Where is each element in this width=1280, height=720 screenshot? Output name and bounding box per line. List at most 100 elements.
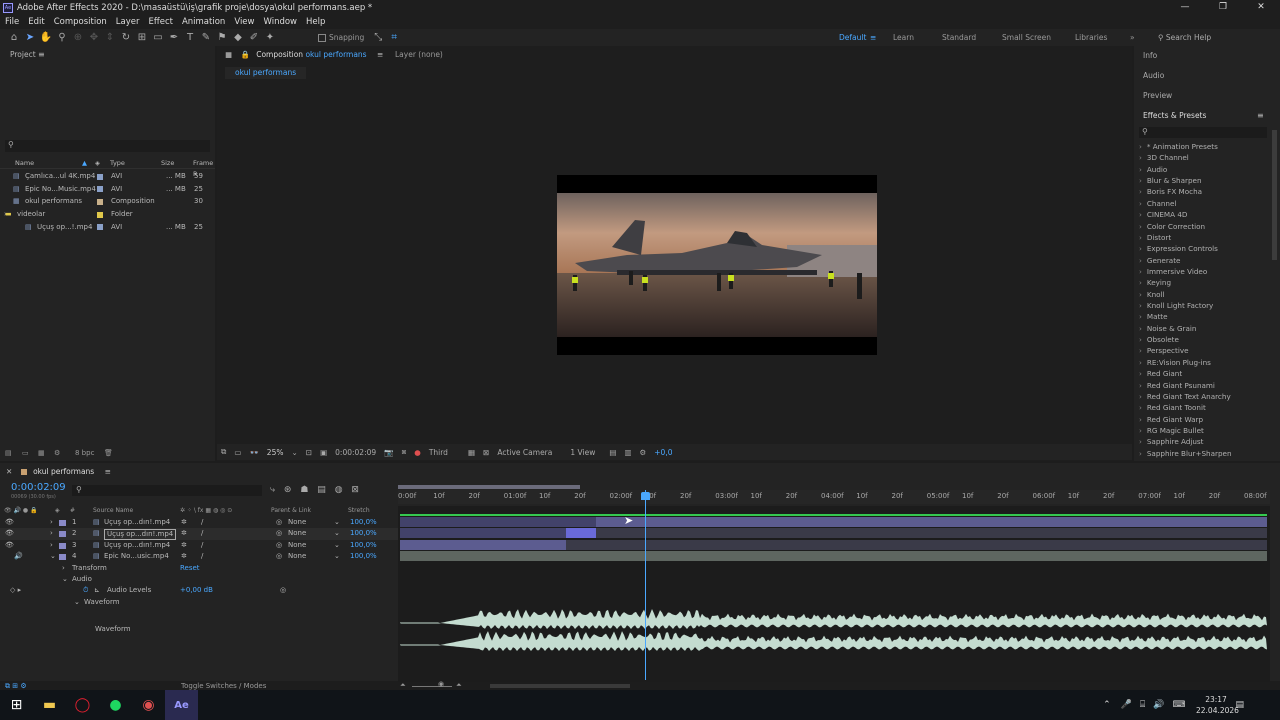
effects-panel-menu-icon[interactable]: ≡ xyxy=(1257,111,1264,120)
stretch-header[interactable]: Stretch xyxy=(348,506,370,515)
views-dropdown[interactable]: 1 View xyxy=(570,448,595,457)
workspace-libraries[interactable]: Libraries xyxy=(1075,29,1107,46)
transform-group[interactable]: › Transform Reset xyxy=(0,563,398,574)
trash-icon[interactable]: 🗑 xyxy=(104,446,113,460)
selection-tool-icon[interactable]: ➤ xyxy=(22,31,38,45)
stretch-value[interactable]: 100,0% xyxy=(350,528,377,540)
playhead-handle[interactable] xyxy=(641,492,650,500)
effect-category[interactable]: › Color Correction xyxy=(1139,221,1205,232)
home-icon[interactable]: ⌂ xyxy=(6,31,22,45)
layer-row[interactable]: 👁 › 3 ▤ Uçuş op...dın!.mp4 ✲ / ◎ None ⌄ 100,0% xyxy=(0,540,398,552)
menu-composition[interactable]: Composition xyxy=(49,17,111,27)
layer-row[interactable]: 👁 › 2 ▤ Uçuş op...dın!.mp4 ✲ / ◎ None ⌄ 100,0% xyxy=(0,528,398,541)
effect-category[interactable]: › Matte xyxy=(1139,311,1168,322)
parent-dropdown[interactable]: None xyxy=(288,528,306,540)
layer-expand-icon[interactable]: › xyxy=(50,540,53,552)
layer-label-swatch[interactable] xyxy=(59,542,66,549)
waveform-group[interactable]: ⌄ Waveform xyxy=(0,597,398,608)
type-tool-icon[interactable]: T xyxy=(182,31,198,45)
brush-tool-icon[interactable]: ✎ xyxy=(198,31,214,45)
dolly-camera-icon[interactable]: ⇕ xyxy=(102,31,118,45)
col-name[interactable]: Name xyxy=(15,158,34,169)
audio-levels-value[interactable]: +0,00 dB xyxy=(180,585,213,596)
col-size[interactable]: Size xyxy=(161,158,174,169)
microphone-icon[interactable]: 🎤 xyxy=(1121,700,1132,710)
pickwhip-icon[interactable]: ◎ xyxy=(280,585,286,596)
label-color-swatch[interactable] xyxy=(97,211,103,218)
snap-options-icon[interactable]: ⤡ xyxy=(370,31,386,45)
project-item[interactable]: ▤ Epic No...Music.mp4 AVI ... MB 25 xyxy=(0,183,215,196)
search-help-input[interactable]: ⚲ Search Help xyxy=(1158,29,1211,46)
fit-icon[interactable]: ⊡ xyxy=(306,448,312,457)
workspace-small-screen[interactable]: Small Screen xyxy=(1002,29,1051,46)
language-icon[interactable]: ⌨ xyxy=(1172,700,1185,710)
stretch-value[interactable]: 100,0% xyxy=(350,517,377,529)
layer-label-swatch[interactable] xyxy=(59,553,66,560)
effect-category[interactable]: › Red Giant Warp xyxy=(1139,414,1203,425)
effect-category[interactable]: › CINEMA 4D xyxy=(1139,209,1187,220)
workspace-default[interactable]: Default xyxy=(839,29,866,46)
spotify-icon[interactable]: ● xyxy=(99,690,132,720)
zoom-out-icon[interactable]: ⏶ xyxy=(400,681,406,690)
vr-icon[interactable]: 👓 xyxy=(249,448,258,457)
zoom-slider[interactable] xyxy=(412,686,452,687)
after-effects-taskbar-icon[interactable]: Ae xyxy=(165,690,198,720)
parent-dropdown[interactable]: None xyxy=(288,551,306,563)
more-workspaces-icon[interactable]: » xyxy=(1130,29,1135,46)
label-color-swatch[interactable] xyxy=(97,198,103,205)
layer-2-bar-tail[interactable] xyxy=(596,528,1267,538)
shy-switch-icon[interactable]: ✲ xyxy=(181,517,187,529)
snapshot-icon[interactable]: 📷 xyxy=(384,448,393,457)
show-snapshot-icon[interactable]: ⧈ xyxy=(401,447,406,457)
exposure-value[interactable]: +0,0 xyxy=(654,448,672,457)
pickwhip-icon[interactable]: ◎ xyxy=(276,528,282,540)
layer-tab[interactable]: Layer (none) xyxy=(395,50,443,59)
menu-help[interactable]: Help xyxy=(301,17,329,27)
color-channels-icon[interactable]: ● xyxy=(414,448,421,457)
col-type[interactable]: Type xyxy=(110,158,125,169)
roto-brush-icon[interactable]: ✐ xyxy=(246,31,262,45)
menu-view[interactable]: View xyxy=(229,17,258,27)
snapping-checkbox[interactable] xyxy=(318,33,326,42)
resolution-dropdown[interactable]: Third xyxy=(429,448,448,457)
clone-stamp-icon[interactable]: ⚑ xyxy=(214,31,230,45)
zoom-in-icon[interactable]: ⏶ xyxy=(456,681,462,690)
effect-category[interactable]: › Red Giant xyxy=(1139,368,1182,379)
project-item[interactable]: ▦ okul performans Composition 30 xyxy=(0,195,215,208)
timeline-scrollbar[interactable] xyxy=(490,684,630,688)
quality-switch-icon[interactable]: / xyxy=(201,551,203,563)
zoom-tool-icon[interactable]: ⚲ xyxy=(54,31,70,45)
close-tab-icon[interactable]: ■ xyxy=(225,50,232,59)
comp-tab[interactable]: ■ 🔒 Composition okul performans ≡ xyxy=(225,48,383,62)
layer-label-swatch[interactable] xyxy=(59,531,66,538)
toggle-pixel-icon[interactable]: ▤ xyxy=(609,448,616,457)
rotate-tool-icon[interactable]: ↻ xyxy=(118,31,134,45)
effect-category[interactable]: › * Animation Presets xyxy=(1139,141,1218,152)
timeline-timecode[interactable]: 0:00:02:09 xyxy=(11,482,66,493)
info-panel-tab[interactable]: Info xyxy=(1143,51,1157,60)
workspace-standard[interactable]: Standard xyxy=(942,29,976,46)
layer-4-bar[interactable] xyxy=(400,551,1267,561)
project-search-input[interactable]: ⚲ xyxy=(5,140,210,152)
preview-panel-tab[interactable]: Preview xyxy=(1143,91,1172,100)
effect-category[interactable]: › Perspective xyxy=(1139,345,1189,356)
collapse-arrow-icon[interactable]: ⌄ xyxy=(62,574,68,585)
video-toggle-icon[interactable]: 👁 xyxy=(5,528,14,540)
layer-expand-icon[interactable]: › xyxy=(50,528,53,540)
effects-search-input[interactable]: ⚲ xyxy=(1139,127,1267,138)
shy-icon[interactable]: ☗ xyxy=(300,485,308,495)
layer-2-bar[interactable] xyxy=(400,528,566,538)
workspace-menu-icon[interactable]: ≡ xyxy=(870,29,876,46)
menu-edit[interactable]: Edit xyxy=(23,17,48,27)
label-color-swatch[interactable] xyxy=(97,224,103,231)
quality-switch-icon[interactable]: / xyxy=(201,540,203,552)
zoom-slider-handle[interactable]: ◉ xyxy=(438,680,444,688)
right-scrollbar[interactable] xyxy=(1272,130,1277,260)
effect-category[interactable]: › Knoll Light Factory xyxy=(1139,300,1213,311)
menu-effect[interactable]: Effect xyxy=(144,17,177,27)
project-settings-icon[interactable]: ⚙ xyxy=(54,446,60,460)
effect-category[interactable]: › Generate xyxy=(1139,255,1180,266)
pan-camera-icon[interactable]: ✥ xyxy=(86,31,102,45)
timeline-menu-icon[interactable]: ≡ xyxy=(105,467,111,476)
comp-panel-menu-icon[interactable]: ≡ xyxy=(377,50,383,59)
